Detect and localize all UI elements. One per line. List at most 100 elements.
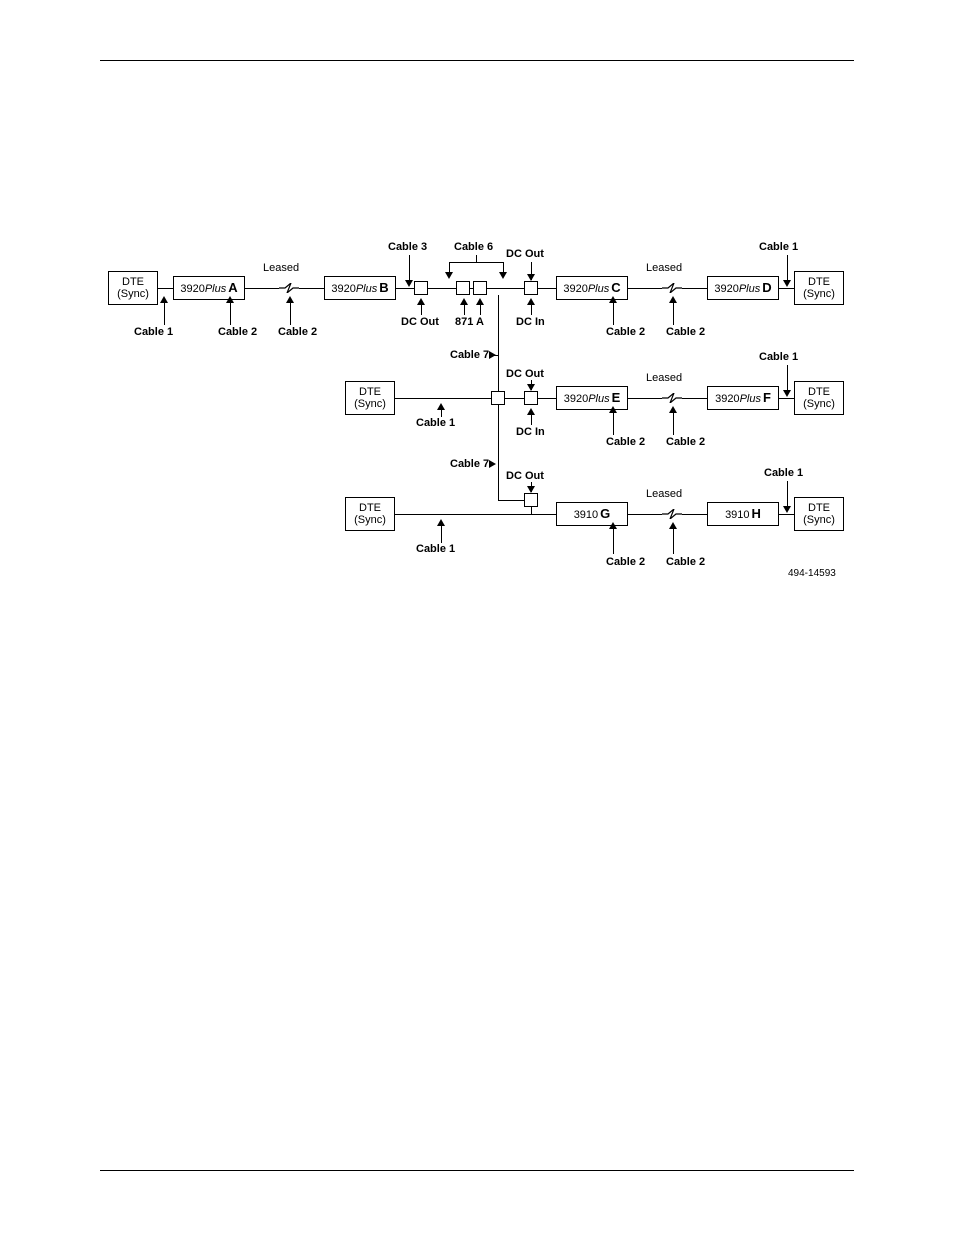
dte-box-row1-left: DTE(Sync) bbox=[108, 271, 158, 305]
junction-row2-left bbox=[491, 391, 505, 405]
modem-F: 3920PlusF bbox=[707, 386, 779, 410]
bottom-rule bbox=[100, 1170, 854, 1171]
wire bbox=[409, 255, 410, 280]
871a-junction-left bbox=[456, 281, 470, 295]
modem-H: 3910H bbox=[707, 502, 779, 526]
wire bbox=[505, 398, 524, 399]
wire bbox=[531, 415, 532, 425]
wire bbox=[428, 288, 456, 289]
cable2-label: Cable 2 bbox=[606, 556, 645, 568]
cable1-label: Cable 1 bbox=[764, 467, 803, 479]
junction-label: 871 A bbox=[455, 316, 484, 328]
wire bbox=[487, 288, 524, 289]
cable2-label: Cable 2 bbox=[218, 326, 257, 338]
arrow-up-icon bbox=[437, 403, 445, 410]
cable3-label: Cable 3 bbox=[388, 241, 427, 253]
arrow-right-icon bbox=[489, 351, 496, 359]
arrow-up-icon bbox=[527, 298, 535, 305]
modem-C: 3920PlusC bbox=[556, 276, 628, 300]
arrow-up-icon bbox=[609, 296, 617, 303]
wire bbox=[441, 410, 442, 417]
wire bbox=[538, 398, 556, 399]
cable1-label: Cable 1 bbox=[759, 241, 798, 253]
arrow-up-icon bbox=[417, 298, 425, 305]
dte-box-row3-right: DTE(Sync) bbox=[794, 497, 844, 531]
modem-G: 3910G bbox=[556, 502, 628, 526]
dte-box-row3-left: DTE(Sync) bbox=[345, 497, 395, 531]
wire bbox=[787, 481, 788, 506]
modem-B: 3920PlusB bbox=[324, 276, 396, 300]
cable1-label: Cable 1 bbox=[759, 351, 798, 363]
wire bbox=[531, 507, 532, 514]
wire bbox=[538, 288, 556, 289]
cable7-label: Cable 7 bbox=[450, 458, 489, 470]
wire bbox=[480, 305, 481, 315]
wire bbox=[245, 288, 279, 289]
wire bbox=[787, 255, 788, 280]
wire bbox=[299, 288, 324, 289]
dte-box-row2-left: DTE(Sync) bbox=[345, 381, 395, 415]
cable2-label: Cable 2 bbox=[666, 436, 705, 448]
wire bbox=[421, 305, 422, 315]
arrow-up-icon bbox=[476, 298, 484, 305]
arrow-up-icon bbox=[609, 522, 617, 529]
daisy-chain-diagram: DTE(Sync) 3920PlusA Leased 3920PlusB 871… bbox=[0, 0, 954, 700]
arrow-down-icon bbox=[405, 280, 413, 287]
wire bbox=[464, 305, 465, 315]
wire bbox=[531, 305, 532, 315]
cable2-label: Cable 2 bbox=[666, 556, 705, 568]
cable6-label: Cable 6 bbox=[454, 241, 493, 253]
dc-out-label: DC Out bbox=[506, 368, 544, 380]
leased-zig-icon bbox=[662, 509, 682, 517]
wire bbox=[441, 526, 442, 543]
wire bbox=[628, 398, 662, 399]
leased-label: Leased bbox=[646, 488, 682, 500]
wire bbox=[628, 514, 662, 515]
dc-in-junction-row2 bbox=[524, 391, 538, 405]
wire bbox=[395, 398, 491, 399]
leased-zig-icon bbox=[279, 283, 299, 291]
leased-zig-icon bbox=[662, 283, 682, 291]
dc-out-junction-row3 bbox=[524, 493, 538, 507]
arrow-up-icon bbox=[609, 406, 617, 413]
arrow-up-icon bbox=[669, 406, 677, 413]
dc-in-label: DC In bbox=[516, 316, 545, 328]
dte-line1: DTE bbox=[122, 276, 144, 288]
wire bbox=[682, 288, 707, 289]
dte-box-row1-right: DTE(Sync) bbox=[794, 271, 844, 305]
chain-vertical bbox=[498, 295, 499, 393]
arrow-down-icon bbox=[527, 274, 535, 281]
cable1-label: Cable 1 bbox=[416, 417, 455, 429]
arrow-down-icon bbox=[783, 280, 791, 287]
wire bbox=[613, 303, 614, 325]
arrow-up-icon bbox=[286, 296, 294, 303]
figure-ref: 494-14593 bbox=[788, 568, 836, 579]
leased-label: Leased bbox=[263, 262, 299, 274]
wire bbox=[673, 303, 674, 325]
wire bbox=[395, 514, 556, 515]
arrow-down-icon bbox=[499, 272, 507, 279]
arrow-down-icon bbox=[445, 272, 453, 279]
modem-A: 3920PlusA bbox=[173, 276, 245, 300]
arrow-down-icon bbox=[527, 486, 535, 493]
wire bbox=[498, 500, 525, 501]
leased-label: Leased bbox=[646, 372, 682, 384]
wire bbox=[613, 529, 614, 554]
wire bbox=[682, 514, 707, 515]
dc-in-junction-row1 bbox=[524, 281, 538, 295]
wire bbox=[779, 514, 794, 515]
arrow-up-icon bbox=[460, 298, 468, 305]
wire bbox=[787, 365, 788, 390]
cable2-label: Cable 2 bbox=[666, 326, 705, 338]
arrow-right-icon bbox=[489, 460, 496, 468]
dte-box-row2-right: DTE(Sync) bbox=[794, 381, 844, 415]
wire bbox=[779, 398, 794, 399]
cable2-label: Cable 2 bbox=[606, 436, 645, 448]
wire bbox=[613, 413, 614, 435]
modem-D: 3920PlusD bbox=[707, 276, 779, 300]
wire bbox=[673, 529, 674, 554]
871a-junction-right bbox=[473, 281, 487, 295]
cable7-label: Cable 7 bbox=[450, 349, 489, 361]
wire bbox=[158, 288, 173, 289]
dc-out-top-label: DC Out bbox=[506, 248, 544, 260]
